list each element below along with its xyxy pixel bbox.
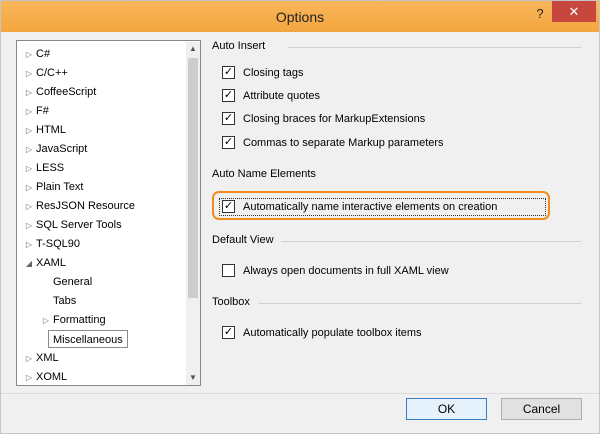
section-auto-insert: Auto Insert [212,40,266,52]
tree-item-fsharp[interactable]: ▷ F# [22,102,49,120]
checkbox-checked-icon[interactable]: ✓ [222,326,235,339]
title-bar: Options ? ✕ [1,1,599,32]
scroll-down-icon[interactable]: ▼ [186,371,200,385]
expand-arrow-icon[interactable]: ▷ [22,84,36,102]
tree-item-xml[interactable]: ▷ XML [22,349,59,367]
ok-button[interactable]: OK [406,398,487,420]
expand-arrow-icon[interactable]: ▷ [22,160,36,178]
tree-item-csharp[interactable]: ▷ C# [22,45,50,63]
expand-arrow-icon[interactable]: ▷ [22,65,36,83]
tree-item-xaml-formatting[interactable]: ▷ Formatting [39,311,106,329]
tree-item-html[interactable]: ▷ HTML [22,121,66,139]
tree-item-less[interactable]: ▷ LESS [22,159,64,177]
divider [259,303,581,304]
expand-arrow-icon[interactable]: ▷ [22,46,36,64]
options-tree[interactable]: ▷ C# ▷ C/C++ ▷ CoffeeScript ▷ F# ▷ HTML ▷ Java… [16,40,201,386]
section-toolbox: Toolbox [212,296,250,308]
collapse-arrow-icon[interactable]: ◢ [22,255,36,273]
expand-arrow-icon[interactable]: ▷ [22,122,36,140]
tree-item-cpp[interactable]: ▷ C/C++ [22,64,68,82]
tree-item-xaml[interactable]: ◢ XAML [22,254,66,272]
expand-arrow-icon[interactable]: ▷ [22,103,36,121]
tree-item-coffeescript[interactable]: ▷ CoffeeScript [22,83,96,101]
divider [288,47,581,48]
checkbox-checked-icon[interactable]: ✓ [222,66,235,79]
tree-item-sql-server-tools[interactable]: ▷ SQL Server Tools [22,216,122,234]
dialog-title: Options [275,9,325,25]
tree-item-javascript[interactable]: ▷ JavaScript [22,140,87,158]
tree-item-xaml-miscellaneous[interactable]: Miscellaneous [48,330,128,348]
section-default-view: Default View [212,234,274,246]
tree-scrollbar[interactable]: ▲ ▼ [186,42,200,385]
expand-arrow-icon[interactable]: ▷ [22,217,36,235]
section-auto-name-elements: Auto Name Elements [212,168,316,180]
tree-item-tsql90[interactable]: ▷ T-SQL90 [22,235,80,253]
expand-arrow-icon[interactable]: ▷ [22,236,36,254]
checkbox-checked-icon[interactable]: ✓ [222,136,235,149]
divider [281,241,581,242]
footer-divider [1,393,599,394]
tree-item-resjson[interactable]: ▷ ResJSON Resource [22,197,135,215]
scroll-thumb[interactable] [188,58,198,298]
checkbox-unchecked-icon[interactable] [222,264,235,277]
checkbox-checked-icon[interactable]: ✓ [222,112,235,125]
close-button[interactable]: ✕ [552,1,596,22]
expand-arrow-icon[interactable]: ▷ [22,350,36,368]
expand-arrow-icon[interactable]: ▷ [22,179,36,197]
checkbox-checked-icon[interactable]: ✓ [222,89,235,102]
tree-item-xaml-tabs[interactable]: Tabs [53,292,76,310]
expand-arrow-icon[interactable]: ▷ [22,369,36,387]
tree-item-xoml[interactable]: ▷ XOML [22,368,67,386]
expand-arrow-icon[interactable]: ▷ [39,312,53,330]
tree-item-plain-text[interactable]: ▷ Plain Text [22,178,84,196]
help-button[interactable]: ? [529,4,551,24]
cancel-button[interactable]: Cancel [501,398,582,420]
expand-arrow-icon[interactable]: ▷ [22,198,36,216]
scroll-up-icon[interactable]: ▲ [186,42,200,56]
tree-item-xaml-general[interactable]: General [53,273,92,291]
options-dialog: Options ? ✕ ▷ C# ▷ C/C++ ▷ CoffeeScript ▷ F#… [0,0,600,434]
expand-arrow-icon[interactable]: ▷ [22,141,36,159]
checkbox-checked-icon[interactable]: ✓ [222,200,235,213]
